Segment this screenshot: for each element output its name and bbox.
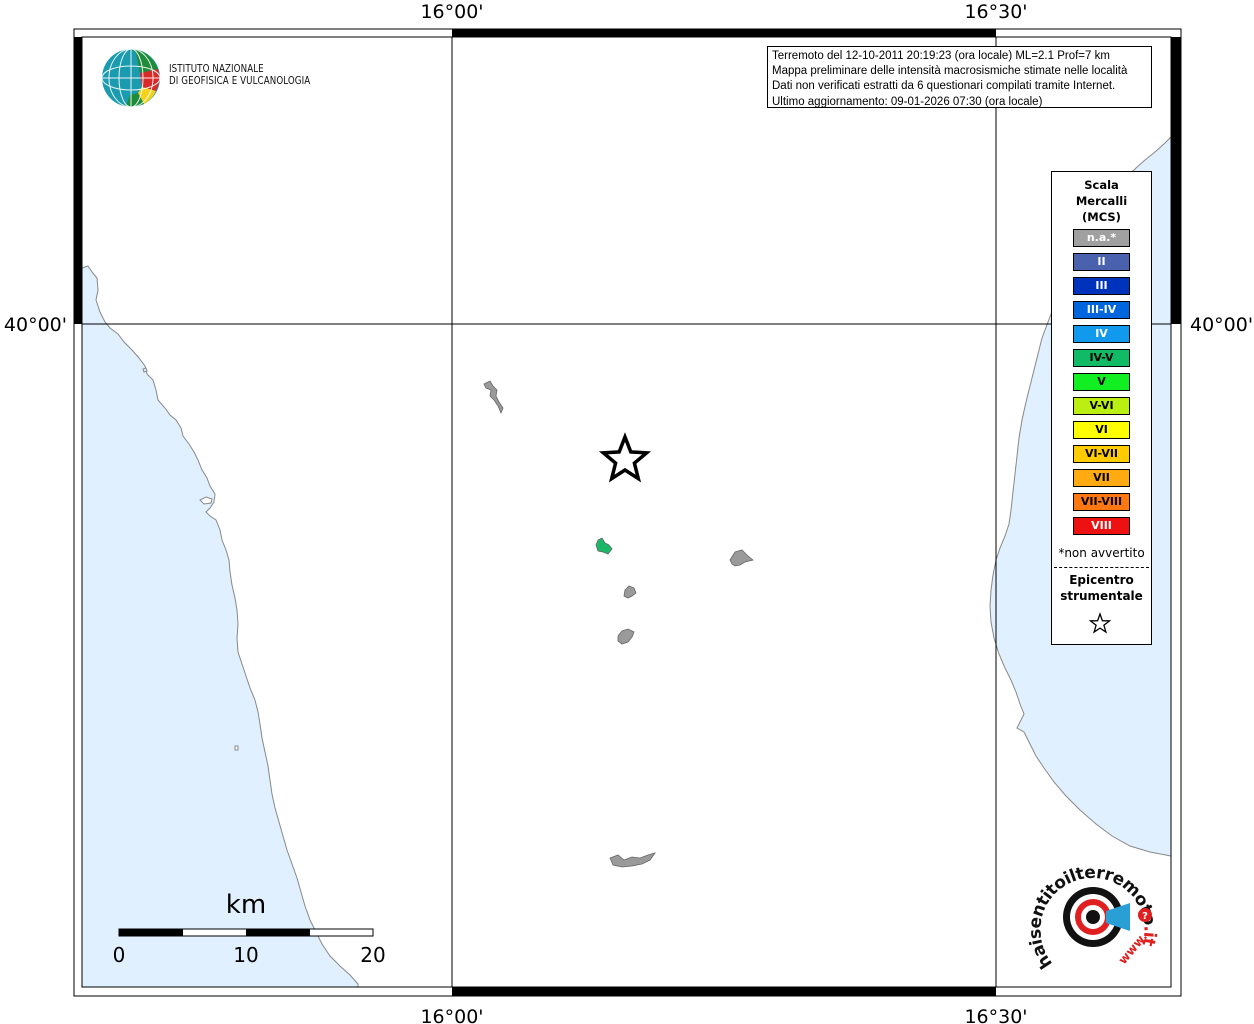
scale-unit-label: km — [226, 890, 266, 920]
legend-item-v: V — [1073, 373, 1130, 391]
legend-title-line2: Mercalli — [1075, 194, 1128, 208]
legend-title-line1: Scala — [1084, 178, 1119, 192]
info-line-event: Terremoto del 12-10-2011 20:19:23 (ora l… — [772, 50, 1110, 62]
legend-item-vi: VI — [1073, 421, 1130, 439]
legend-note: *non avvertito — [1058, 546, 1145, 560]
legend-epicenter-line1: Epicentro — [1069, 573, 1134, 587]
info-line-data-source: Dati non verificati estratti da 6 questi… — [772, 80, 1116, 93]
legend-item-vii: VII — [1073, 469, 1130, 487]
legend-separator — [1054, 567, 1149, 568]
legend-epicenter-label: Epicentro strumentale — [1052, 572, 1151, 604]
haisentito-text-www: www. — [1116, 930, 1151, 967]
svg-text:?: ? — [1142, 911, 1148, 922]
mcs-legend: Scala Mercalli (MCS) n.a.* II III III-IV IV I… — [1051, 171, 1152, 645]
lat-label-left-40-00: 40°00' — [4, 314, 67, 336]
legend-epicenter-line2: strumentale — [1060, 589, 1143, 603]
lon-label-bottom-16-00: 16°00' — [420, 1006, 483, 1024]
lon-label-bottom-16-30: 16°30' — [964, 1006, 1027, 1024]
legend-item-iii: III — [1073, 277, 1130, 295]
legend-star-icon — [1088, 612, 1112, 634]
scale-tick-20: 20 — [360, 943, 385, 967]
info-line-updated: Ultimo aggiornamento: 09-01-2026 07:30 (… — [772, 95, 1043, 108]
scale-tick-0: 0 — [113, 943, 126, 967]
legend-item-viii: VIII — [1073, 517, 1130, 535]
legend-title-line3: (MCS) — [1082, 210, 1121, 224]
lon-label-top-16-00: 16°00' — [420, 1, 483, 23]
legend-title: Scala Mercalli (MCS) — [1052, 177, 1151, 225]
legend-item-v-vi: V-VI — [1073, 397, 1130, 415]
haisentito-logo: haisentitoilterremoto.it www. ? — [1026, 863, 1160, 972]
legend-item-iv: IV — [1073, 325, 1130, 343]
legend-item-n-a: n.a.* — [1073, 229, 1130, 247]
svg-text:www.: www. — [1116, 930, 1151, 967]
legend-item-iv-v: IV-V — [1073, 349, 1130, 367]
ingv-logo-line1: ISTITUTO NAZIONALE — [169, 63, 264, 75]
lat-label-right-40-00: 40°00' — [1190, 314, 1253, 336]
ingv-logo-line2: DI GEOFISICA E VULCANOLOGIA — [169, 75, 311, 87]
earthquake-info-box: Terremoto del 12-10-2011 20:19:23 (ora l… — [767, 46, 1152, 108]
ingv-globe-icon — [101, 48, 161, 108]
ingv-logo: ISTITUTO NAZIONALE DI GEOFISICA E VULCAN… — [100, 47, 330, 109]
legend-item-ii: II — [1073, 253, 1130, 271]
scale-tick-10: 10 — [233, 943, 258, 967]
lon-label-top-16-30: 16°30' — [964, 1, 1027, 23]
ingv-logo-text: ISTITUTO NAZIONALE DI GEOFISICA E VULCAN… — [169, 63, 310, 87]
info-line-description: Mappa preliminare delle intensità macros… — [772, 65, 1128, 78]
legend-item-vii-viii: VII-VIII — [1073, 493, 1130, 511]
legend-item-iii-iv: III-IV — [1073, 301, 1130, 319]
legend-item-vi-vii: VI-VII — [1073, 445, 1130, 463]
